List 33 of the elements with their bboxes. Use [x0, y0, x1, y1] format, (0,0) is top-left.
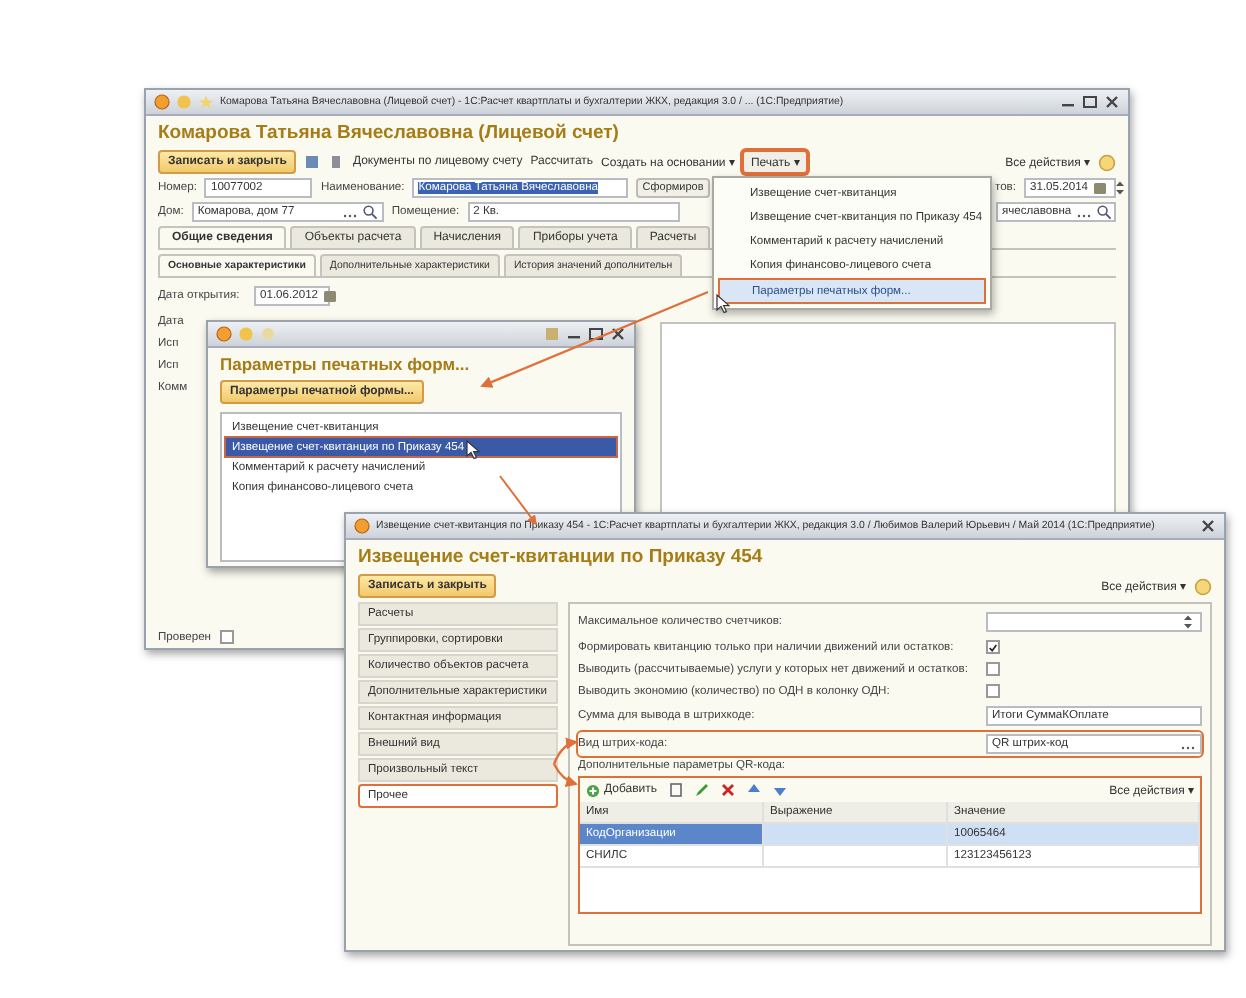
help-icon[interactable] [1194, 577, 1212, 595]
search-icon[interactable] [361, 204, 378, 220]
app-logo-icon [154, 94, 170, 110]
form-heading: Комарова Татьяна Вячеславовна (Лицевой счет) [158, 120, 621, 146]
number-field[interactable] [986, 612, 1202, 632]
copy-icon[interactable] [667, 782, 684, 798]
up-icon[interactable] [745, 782, 762, 798]
calendar-icon[interactable] [322, 288, 339, 304]
spin-icon[interactable] [1180, 614, 1196, 630]
help-icon[interactable] [1098, 153, 1116, 171]
checkbox[interactable] [986, 662, 1000, 676]
checkbox[interactable] [219, 630, 234, 644]
close-icon[interactable] [1200, 518, 1216, 534]
form-heading: Параметры печатных форм... [220, 352, 472, 376]
calendar-icon[interactable] [1092, 180, 1109, 196]
arrow [552, 738, 578, 765]
maximize-icon[interactable] [588, 326, 604, 342]
check-icon [988, 641, 998, 653]
down-icon[interactable] [771, 782, 788, 798]
close-icon[interactable] [610, 326, 626, 342]
add-icon [586, 783, 600, 797]
close-icon[interactable] [1104, 94, 1120, 110]
spin-icon[interactable] [1112, 180, 1128, 196]
delete-icon[interactable] [719, 782, 736, 798]
app-logo-icon [354, 518, 370, 534]
form-heading: Извещение счет-квитанции по Приказу 454 [358, 544, 765, 570]
maximize-icon[interactable] [1082, 94, 1098, 110]
cursor-icon [466, 440, 480, 460]
search-icon[interactable] [1095, 204, 1112, 220]
pencil-icon[interactable] [693, 782, 710, 798]
checkbox[interactable] [986, 684, 1000, 698]
app-logo-icon [216, 326, 232, 342]
checkbox[interactable] [986, 640, 1000, 654]
